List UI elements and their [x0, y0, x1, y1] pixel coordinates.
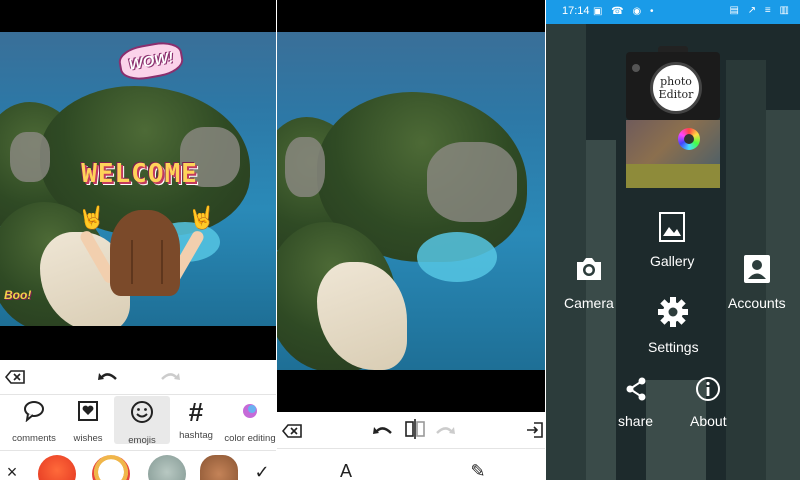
share-icon	[624, 376, 648, 407]
emojis-tool[interactable]: emojis	[114, 396, 170, 446]
export-icon[interactable]	[525, 420, 545, 440]
color-editing-label: color editing	[224, 433, 276, 444]
hashtag-label: hashtag	[179, 430, 213, 441]
info-icon	[695, 376, 721, 407]
rocker-emoji[interactable]	[200, 455, 238, 480]
emoji-icon	[130, 400, 154, 429]
boo-sticker[interactable]: Boo!	[4, 288, 44, 310]
camera-button[interactable]: Camera	[564, 254, 614, 311]
logo-text-editor: Editor	[658, 88, 694, 101]
about-label: About	[690, 413, 727, 429]
hashtag-tool[interactable]: # hashtag	[168, 396, 224, 444]
about-button[interactable]: About	[690, 376, 727, 429]
settings-button[interactable]: Settings	[648, 296, 699, 355]
home-panel: 17:14 ▣ ☎ ◉ • ▤ ↗ ≡ ▥ photo Editor Galle…	[546, 0, 800, 480]
status-bar: 17:14 ▣ ☎ ◉ • ▤ ↗ ≡ ▥	[546, 0, 800, 24]
redo-icon[interactable]	[433, 422, 457, 440]
share-label: share	[618, 413, 654, 429]
color-editing-tool[interactable]: color editing	[222, 396, 276, 444]
flip-editor-panel: A ✎	[277, 0, 545, 480]
redo-icon[interactable]	[158, 368, 182, 386]
settings-label: Settings	[648, 339, 699, 355]
status-time: 17:14	[562, 5, 590, 17]
share-button[interactable]: share	[618, 376, 653, 429]
logo-text-photo: photo	[660, 75, 692, 88]
wishes-icon	[77, 400, 99, 427]
flip-toolbar: A ✎	[277, 412, 545, 480]
undo-icon[interactable]	[371, 422, 395, 440]
accounts-label: Accounts	[728, 295, 786, 311]
check-icon[interactable]: ✓	[252, 462, 272, 480]
gallery-label: Gallery	[650, 253, 695, 269]
hashtag-icon: #	[188, 397, 204, 427]
gear-icon	[657, 296, 689, 333]
wishes-tool[interactable]: wishes	[60, 396, 116, 444]
camera-label: Camera	[564, 295, 614, 311]
pen-tool[interactable]: ✎	[467, 460, 489, 480]
close-icon[interactable]: ×	[2, 462, 22, 480]
flip-icon[interactable]	[403, 418, 427, 440]
text-tool[interactable]: A	[335, 460, 357, 480]
gallery-icon	[659, 212, 686, 247]
account-icon	[743, 254, 771, 289]
color-icon	[239, 400, 261, 427]
comments-tool[interactable]: comments	[6, 396, 62, 444]
notification-icons: ▣ ☎ ◉ •	[593, 6, 657, 17]
gallery-button[interactable]: Gallery	[650, 212, 694, 269]
sticker-editor-panel: WOW! WELCOME Boo! 🤘 🤘 comments wishes em…	[0, 0, 276, 480]
emojis-label: emojis	[128, 435, 156, 446]
backspace-icon[interactable]	[281, 422, 303, 440]
accounts-button[interactable]: Accounts	[728, 254, 786, 311]
app-logo: photo Editor	[626, 46, 720, 188]
system-icons: ▤ ↗ ≡ ▥	[729, 5, 792, 16]
undo-icon[interactable]	[96, 368, 120, 386]
wishes-label: wishes	[73, 433, 103, 444]
comment-icon	[23, 400, 45, 427]
welcome-sticker[interactable]: WELCOME	[62, 158, 217, 190]
comments-label: comments	[12, 433, 56, 444]
camera-icon	[574, 254, 604, 289]
photo-canvas[interactable]	[277, 32, 545, 370]
backspace-icon[interactable]	[4, 368, 26, 386]
